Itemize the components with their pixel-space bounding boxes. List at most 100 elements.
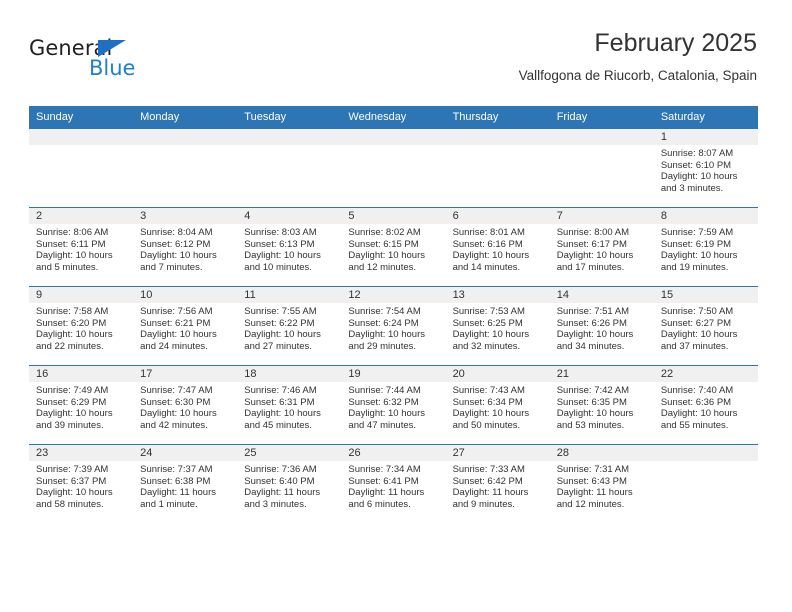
calendar-cell-empty	[445, 128, 550, 208]
sunset-text: Sunset: 6:30 PM	[140, 396, 211, 408]
calendar-day-cell[interactable]: 8 Sunrise: 7:59 AM Sunset: 6:19 PM Daylight…	[653, 207, 758, 287]
daylight-text: Daylight: 10 hours	[660, 171, 738, 183]
calendar-day-cell[interactable]: 10 Sunrise: 7:56 AM Sunset: 6:21 PM Dayligh…	[133, 286, 238, 366]
cell-inner: 13 Sunrise: 7:53 AM Sunset: 6:25 PM Dayligh…	[445, 287, 550, 365]
calendar-day-cell[interactable]: 6 Sunrise: 8:01 AM Sunset: 6:16 PM Daylight…	[445, 207, 550, 287]
calendar-day-cell[interactable]: 13 Sunrise: 7:53 AM Sunset: 6:25 PM Dayligh…	[445, 286, 550, 366]
daylight-text: and 42 minutes.	[140, 419, 208, 431]
day-number: 23	[29, 445, 134, 461]
sunset-text: Sunset: 6:38 PM	[140, 475, 211, 487]
sunset-text: Sunset: 6:13 PM	[244, 238, 315, 250]
calendar-day-cell[interactable]: 15 Sunrise: 7:50 AM Sunset: 6:27 PM Dayligh…	[653, 286, 758, 366]
calendar-day-cell[interactable]: 7 Sunrise: 8:00 AM Sunset: 6:17 PM Daylight…	[549, 207, 654, 287]
sunset-text: Sunset: 6:25 PM	[452, 317, 523, 329]
daylight-text: and 24 minutes.	[140, 340, 208, 352]
daylight-text: and 32 minutes.	[452, 340, 521, 352]
cell-inner: 10 Sunrise: 7:56 AM Sunset: 6:21 PM Dayligh…	[133, 287, 238, 365]
calendar-day-cell[interactable]: 12 Sunrise: 7:54 AM Sunset: 6:24 PM Dayligh…	[341, 286, 446, 366]
cell-inner: 4 Sunrise: 8:03 AM Sunset: 6:13 PM Daylight…	[237, 208, 342, 286]
calendar-day-cell[interactable]: 24 Sunrise: 7:37 AM Sunset: 6:38 PM Dayligh…	[133, 444, 238, 523]
sunset-text: Sunset: 6:29 PM	[36, 396, 107, 408]
day-number: 9	[29, 287, 134, 303]
calendar-day-cell[interactable]: 3 Sunrise: 8:04 AM Sunset: 6:12 PM Daylight…	[133, 207, 238, 287]
calendar-day-cell[interactable]: 27 Sunrise: 7:33 AM Sunset: 6:42 PM Dayligh…	[445, 444, 550, 523]
daylight-text: Daylight: 11 hours	[244, 487, 321, 499]
calendar-day-cell[interactable]: 17 Sunrise: 7:47 AM Sunset: 6:30 PM Dayligh…	[133, 365, 238, 445]
daylight-text: and 22 minutes.	[36, 340, 104, 352]
sun-info: Sunrise: 7:51 AM Sunset: 6:26 PM Daylight:…	[550, 303, 654, 352]
cell-inner	[549, 129, 654, 207]
daylight-text: and 19 minutes.	[660, 261, 729, 273]
sunset-text: Sunset: 6:36 PM	[660, 396, 732, 408]
daylight-text: and 34 minutes.	[556, 340, 625, 352]
sunrise-text: Sunrise: 7:50 AM	[660, 306, 734, 317]
daylight-text: Daylight: 10 hours	[348, 329, 425, 341]
sunrise-text: Sunrise: 7:44 AM	[348, 385, 421, 396]
daylight-text: Daylight: 10 hours	[140, 250, 217, 262]
calendar-day-cell[interactable]: 26 Sunrise: 7:34 AM Sunset: 6:41 PM Dayligh…	[341, 444, 446, 523]
calendar-cell-empty	[653, 444, 758, 523]
sun-info: Sunrise: 8:03 AM Sunset: 6:13 PM Daylight:…	[237, 224, 341, 273]
sunset-text: Sunset: 6:19 PM	[660, 238, 732, 250]
sun-info: Sunrise: 7:42 AM Sunset: 6:35 PM Daylight:…	[550, 382, 654, 431]
sun-info: Sunrise: 7:53 AM Sunset: 6:25 PM Daylight:…	[446, 303, 550, 352]
daylight-text: and 39 minutes.	[36, 419, 104, 431]
calendar-day-cell[interactable]: 21 Sunrise: 7:42 AM Sunset: 6:35 PM Dayligh…	[549, 365, 654, 445]
sunset-text: Sunset: 6:32 PM	[348, 396, 419, 408]
sun-info: Sunrise: 7:40 AM Sunset: 6:36 PM Daylight:…	[654, 382, 758, 431]
cell-inner	[29, 129, 134, 207]
day-number	[133, 129, 238, 145]
daylight-text: Daylight: 10 hours	[348, 408, 425, 420]
calendar-week-row: 23 Sunrise: 7:39 AM Sunset: 6:37 PM Dayligh…	[29, 444, 758, 523]
calendar-day-cell[interactable]: 4 Sunrise: 8:03 AM Sunset: 6:13 PM Daylight…	[237, 207, 342, 287]
calendar-day-cell[interactable]: 9 Sunrise: 7:58 AM Sunset: 6:20 PM Daylight…	[29, 286, 134, 366]
daylight-text: and 6 minutes.	[348, 498, 411, 510]
calendar-day-cell[interactable]: 18 Sunrise: 7:46 AM Sunset: 6:31 PM Dayligh…	[237, 365, 342, 445]
sunset-text: Sunset: 6:12 PM	[140, 238, 211, 250]
calendar-day-cell[interactable]: 28 Sunrise: 7:31 AM Sunset: 6:43 PM Dayligh…	[549, 444, 654, 523]
sunset-text: Sunset: 6:16 PM	[452, 238, 523, 250]
cell-inner: 26 Sunrise: 7:34 AM Sunset: 6:41 PM Dayligh…	[341, 445, 446, 523]
sunrise-text: Sunrise: 7:36 AM	[244, 464, 317, 475]
calendar-day-cell[interactable]: 14 Sunrise: 7:51 AM Sunset: 6:26 PM Dayligh…	[549, 286, 654, 366]
daylight-text: Daylight: 10 hours	[452, 329, 530, 341]
daylight-text: and 14 minutes.	[452, 261, 521, 273]
calendar-day-cell[interactable]: 5 Sunrise: 8:02 AM Sunset: 6:15 PM Daylight…	[341, 207, 446, 287]
cell-inner: 24 Sunrise: 7:37 AM Sunset: 6:38 PM Dayligh…	[133, 445, 238, 523]
daylight-text: Daylight: 10 hours	[660, 329, 738, 341]
sunset-text: Sunset: 6:24 PM	[348, 317, 419, 329]
calendar-day-cell[interactable]: 20 Sunrise: 7:43 AM Sunset: 6:34 PM Dayligh…	[445, 365, 550, 445]
sun-info: Sunrise: 7:33 AM Sunset: 6:42 PM Daylight:…	[446, 461, 550, 510]
calendar-day-cell[interactable]: 23 Sunrise: 7:39 AM Sunset: 6:37 PM Dayligh…	[29, 444, 134, 523]
sunset-text: Sunset: 6:21 PM	[140, 317, 211, 329]
day-number: 18	[237, 366, 342, 382]
calendar-day-cell[interactable]: 11 Sunrise: 7:55 AM Sunset: 6:22 PM Dayligh…	[237, 286, 342, 366]
day-number: 21	[549, 366, 654, 382]
day-number: 19	[341, 366, 446, 382]
day-number: 1	[653, 129, 758, 145]
sunrise-text: Sunrise: 7:31 AM	[556, 464, 630, 475]
sun-info: Sunrise: 7:59 AM Sunset: 6:19 PM Daylight:…	[654, 224, 758, 273]
daylight-text: and 29 minutes.	[348, 340, 417, 352]
cell-inner: 16 Sunrise: 7:49 AM Sunset: 6:29 PM Dayligh…	[29, 366, 134, 444]
calendar-day-cell[interactable]: 19 Sunrise: 7:44 AM Sunset: 6:32 PM Dayligh…	[341, 365, 446, 445]
sunset-text: Sunset: 6:11 PM	[36, 238, 106, 250]
calendar-day-cell[interactable]: 1 Sunrise: 8:07 AM Sunset: 6:10 PM Daylight…	[653, 128, 758, 208]
sun-info: Sunrise: 7:37 AM Sunset: 6:38 PM Daylight:…	[133, 461, 237, 510]
day-number: 27	[445, 445, 550, 461]
day-number	[29, 129, 134, 145]
weekday-header-thursday: Thursday	[445, 106, 550, 129]
calendar-day-cell[interactable]: 16 Sunrise: 7:49 AM Sunset: 6:29 PM Dayligh…	[29, 365, 134, 445]
sun-info	[29, 145, 133, 148]
day-number	[549, 129, 654, 145]
day-number: 15	[653, 287, 758, 303]
general-blue-logo[interactable]: General Blue	[29, 36, 209, 88]
sunset-text: Sunset: 6:37 PM	[36, 475, 107, 487]
sunset-text: Sunset: 6:10 PM	[660, 159, 732, 171]
cell-inner: 1 Sunrise: 8:07 AM Sunset: 6:10 PM Daylight…	[653, 129, 758, 207]
calendar-day-cell[interactable]: 22 Sunrise: 7:40 AM Sunset: 6:36 PM Dayligh…	[653, 365, 758, 445]
calendar-day-cell[interactable]: 2 Sunrise: 8:06 AM Sunset: 6:11 PM Daylight…	[29, 207, 134, 287]
cell-inner: 2 Sunrise: 8:06 AM Sunset: 6:11 PM Daylight…	[29, 208, 134, 286]
calendar-day-cell[interactable]: 25 Sunrise: 7:36 AM Sunset: 6:40 PM Dayligh…	[237, 444, 342, 523]
sunset-text: Sunset: 6:27 PM	[660, 317, 732, 329]
